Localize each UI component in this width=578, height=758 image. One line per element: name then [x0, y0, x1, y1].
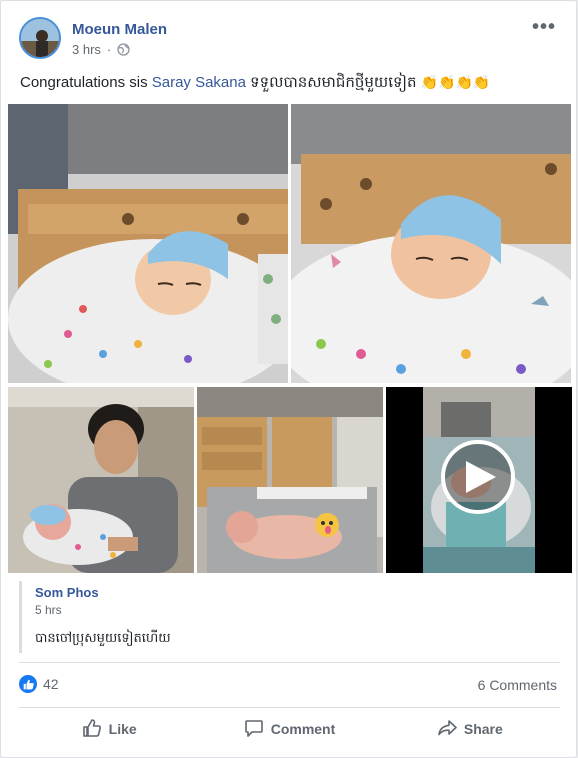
post-meta: 3 hrs · — [72, 42, 130, 57]
comment-label: Comment — [270, 721, 336, 737]
divider — [19, 707, 560, 708]
play-icon[interactable] — [441, 440, 515, 514]
photo-man-holding-baby[interactable] — [8, 387, 194, 573]
post-header: Moeun Malen 3 hrs · ••• — [19, 15, 562, 63]
share-button[interactable]: Share — [380, 709, 560, 749]
globe-icon — [117, 43, 130, 56]
share-label: Share — [463, 721, 503, 737]
action-bar: Like Comment Share — [19, 709, 560, 749]
video-thumbnail[interactable] — [386, 387, 572, 573]
comment-time[interactable]: 5 hrs — [35, 603, 62, 617]
post-text: Congratulations sis Saray Sakana ទទួលបាន… — [20, 73, 490, 95]
like-count: 42 — [43, 676, 59, 692]
more-options-icon[interactable]: ••• — [532, 17, 556, 37]
like-button[interactable]: Like — [19, 709, 199, 749]
shared-comment: Som Phos 5 hrs បានចៅប្រុសមួយទៀតហើយ — [19, 581, 559, 653]
photo-baby-warmer[interactable] — [197, 387, 383, 573]
photo-baby-closeup[interactable] — [291, 104, 571, 383]
comments-count[interactable]: 6 Comments — [478, 677, 557, 693]
mention-link[interactable]: Saray Sakana — [152, 74, 246, 91]
like-label: Like — [108, 721, 137, 737]
post-author[interactable]: Moeun Malen — [72, 21, 167, 38]
post-time[interactable]: 3 hrs — [72, 42, 101, 57]
share-icon — [437, 718, 457, 741]
like-reaction-icon — [19, 675, 37, 693]
post-text-suffix: ទទួលបានសមាជិកថ្មីមួយទៀត — [245, 74, 421, 91]
divider — [19, 662, 560, 663]
reaction-summary[interactable]: 42 — [19, 675, 59, 693]
avatar[interactable] — [19, 17, 61, 59]
comment-text: បានចៅប្រុសមួយទៀតហើយ — [35, 630, 171, 645]
like-icon — [82, 718, 102, 741]
clap-emoji: 👏👏👏👏 — [420, 74, 491, 90]
post-text-prefix: Congratulations sis — [20, 74, 152, 91]
comment-author[interactable]: Som Phos — [35, 585, 99, 600]
comment-button[interactable]: Comment — [199, 709, 379, 749]
photo-baby-bassinet[interactable] — [8, 104, 288, 383]
comment-icon — [244, 718, 264, 741]
post-card: Moeun Malen 3 hrs · ••• Congratulations … — [0, 0, 577, 758]
